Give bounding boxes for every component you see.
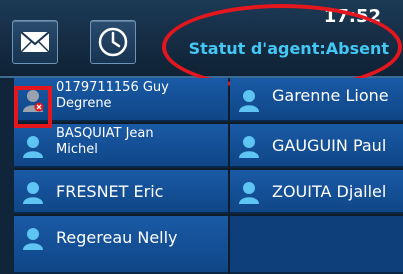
envelope-icon xyxy=(20,31,50,53)
contact-name-line1: 0179711156 Guy xyxy=(56,80,169,95)
contact-icon xyxy=(23,136,43,158)
contact-name: FRESNET Eric xyxy=(56,182,164,201)
contact-name-line2: Michel xyxy=(56,142,98,157)
messages-button[interactable] xyxy=(12,20,58,64)
contact-name: BASQUIAT Jean Michel xyxy=(56,126,154,158)
contact-icon xyxy=(23,182,43,204)
contact-right-1[interactable]: GAUGUIN Paul xyxy=(230,124,403,168)
contact-icon xyxy=(239,182,259,204)
phone-screen: 17:52 Statut d'agent:Absent 0179711156 G… xyxy=(0,0,403,274)
contact-right-0[interactable]: Garenne Lione xyxy=(230,78,403,122)
contact-name: ZOUITA Djallel xyxy=(272,182,387,201)
contact-grid: 0179711156 Guy Degrene BASQUIAT Jean Mic… xyxy=(0,78,403,274)
contact-right-2[interactable]: ZOUITA Djallel xyxy=(230,170,403,214)
contact-name: Regereau Nelly xyxy=(56,228,178,247)
clock-icon xyxy=(98,27,128,57)
contact-icon xyxy=(239,90,259,112)
contact-left-1[interactable]: BASQUIAT Jean Michel xyxy=(14,124,228,168)
contact-right-empty[interactable] xyxy=(230,216,403,274)
contact-name: GAUGUIN Paul xyxy=(272,136,387,155)
contact-name: 0179711156 Guy Degrene xyxy=(56,80,169,112)
history-button[interactable] xyxy=(90,20,136,64)
contact-name: Garenne Lione xyxy=(272,86,389,105)
contact-left-2[interactable]: FRESNET Eric xyxy=(14,170,228,214)
annotation-box xyxy=(14,86,52,128)
contact-name-line1: BASQUIAT Jean xyxy=(56,126,154,141)
contact-icon xyxy=(23,228,43,250)
contact-left-3[interactable]: Regereau Nelly xyxy=(14,216,228,274)
contact-icon xyxy=(239,136,259,158)
contact-name-line2: Degrene xyxy=(56,96,112,111)
